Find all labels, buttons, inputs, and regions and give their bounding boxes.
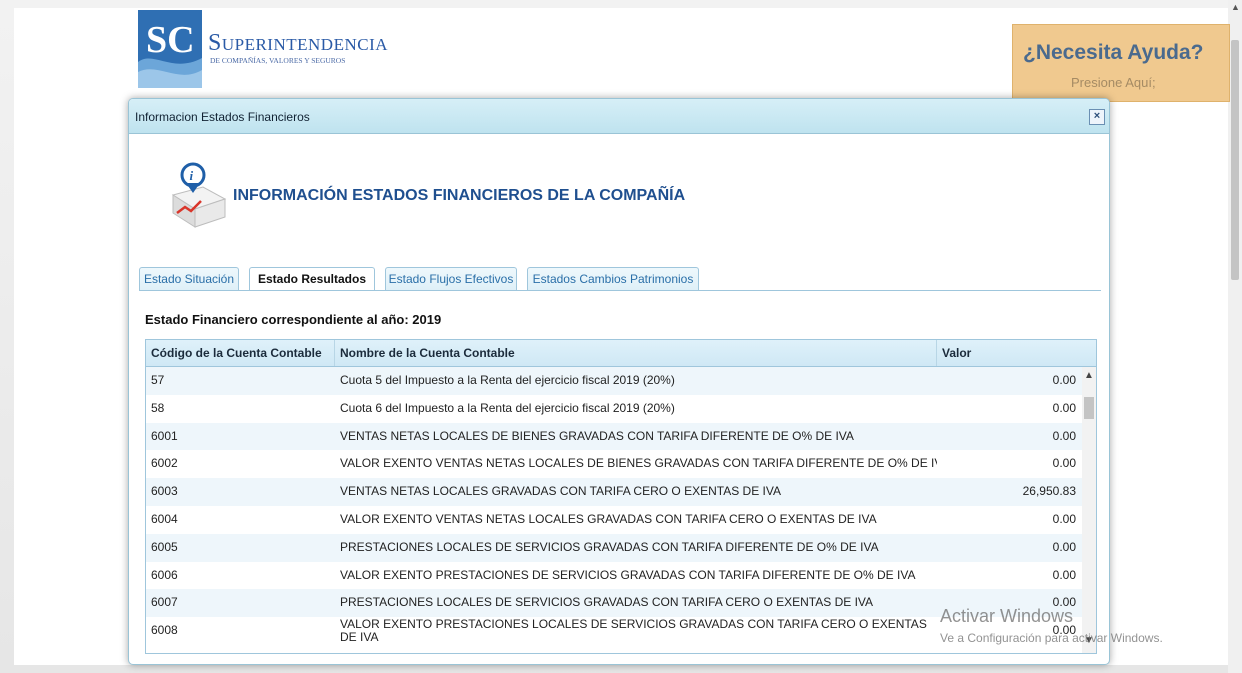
- table-body: 57 Cuota 5 del Impuesto a la Renta del e…: [146, 367, 1082, 645]
- chevron-up-icon[interactable]: ▲: [1084, 370, 1094, 381]
- dialog-heading: INFORMACIÓN ESTADOS FINANCIEROS DE LA CO…: [233, 187, 686, 204]
- company-logo: SC Superintendencia DE COMPAÑÍAS, VALORE…: [138, 10, 398, 90]
- account-code: 6008: [151, 623, 178, 638]
- account-value: 0.00: [1052, 511, 1076, 526]
- account-code: 57: [151, 373, 165, 387]
- page-scroll-thumb[interactable]: [1231, 40, 1239, 280]
- account-name: PRESTACIONES LOCALES DE SERVICIOS GRAVAD…: [340, 595, 874, 610]
- watermark-title: Activar Windows: [940, 606, 1074, 626]
- account-value: 0.00: [1052, 428, 1076, 443]
- column-header-value[interactable]: Valor: [937, 340, 1096, 366]
- logo-mark-icon: SC: [138, 10, 202, 88]
- account-name: VALOR EXENTO VENTAS NETAS LOCALES GRAVAD…: [340, 511, 877, 526]
- account-code: 6007: [151, 595, 178, 610]
- dialog-title: Informacion Estados Financieros: [135, 110, 310, 124]
- table-row[interactable]: 57 Cuota 5 del Impuesto a la Renta del e…: [146, 367, 1082, 395]
- account-code: 6005: [151, 539, 178, 554]
- table-row[interactable]: 6006 VALOR EXENTO PRESTACIONES DE SERVIC…: [146, 562, 1082, 590]
- account-name: Cuota 5 del Impuesto a la Renta del ejer…: [340, 373, 675, 387]
- account-value: 0.00: [1052, 539, 1076, 554]
- account-value: 0.00: [1052, 400, 1076, 415]
- year-label: Estado Financiero correspondiente al año…: [145, 312, 442, 327]
- account-name: Cuota 6 del Impuesto a la Renta del ejer…: [340, 400, 675, 415]
- tab-panel-divider: [139, 290, 1101, 291]
- account-name: VENTAS NETAS LOCALES DE BIENES GRAVADAS …: [340, 428, 854, 443]
- financial-info-dialog: Informacion Estados Financieros × i INFO…: [128, 98, 1110, 665]
- account-value: 0.00: [1052, 567, 1076, 582]
- close-button[interactable]: ×: [1089, 109, 1105, 125]
- help-subtitle: Presione Aquí;: [1071, 75, 1156, 90]
- column-header-code[interactable]: Código de la Cuenta Contable: [146, 340, 335, 366]
- financial-info-icon: i: [171, 162, 227, 228]
- help-button[interactable]: ¿Necesita Ayuda? Presione Aquí;: [1012, 24, 1230, 102]
- page-scrollbar[interactable]: ▲: [1228, 0, 1242, 673]
- table-row[interactable]: 6001 VENTAS NETAS LOCALES DE BIENES GRAV…: [146, 422, 1082, 451]
- watermark-subtitle: Ve a Configuración para activar Windows.: [940, 631, 1163, 645]
- tab-estados-cambios-patrimonios[interactable]: Estados Cambios Patrimonios: [527, 267, 699, 290]
- logo-subtitle: DE COMPAÑÍAS, VALORES Y SEGUROS: [210, 56, 346, 65]
- column-header-name[interactable]: Nombre de la Cuenta Contable: [335, 340, 937, 366]
- table-row[interactable]: 6004 VALOR EXENTO VENTAS NETAS LOCALES G…: [146, 506, 1082, 534]
- account-code: 6004: [151, 511, 178, 526]
- account-name: VALOR EXENTO PRESTACIONES LOCALES DE SER…: [340, 617, 927, 645]
- account-value: 0.00: [1052, 373, 1076, 387]
- account-name: PRESTACIONES LOCALES DE SERVICIOS GRAVAD…: [340, 539, 879, 554]
- table-row[interactable]: 6003 VENTAS NETAS LOCALES GRAVADAS CON T…: [146, 478, 1082, 506]
- account-value: 26,950.83: [1022, 484, 1076, 499]
- table-row[interactable]: 6002 VALOR EXENTO VENTAS NETAS LOCALES D…: [146, 450, 1082, 478]
- account-name: VALOR EXENTO PRESTACIONES DE SERVICIOS G…: [340, 567, 916, 582]
- logo-name: Superintendencia: [208, 30, 389, 56]
- account-name: VALOR EXENTO VENTAS NETAS LOCALES DE BIE…: [340, 456, 937, 471]
- scroll-up-icon[interactable]: ▲: [1231, 2, 1240, 12]
- account-code: 58: [151, 400, 165, 415]
- account-value: 0.00: [1052, 456, 1076, 471]
- table-row[interactable]: 58 Cuota 6 del Impuesto a la Renta del e…: [146, 395, 1082, 423]
- account-code: 6003: [151, 484, 178, 499]
- svg-text:i: i: [190, 168, 194, 183]
- logo-letters: SC: [146, 19, 195, 61]
- windows-activation-watermark: Activar Windows Ve a Configuración para …: [940, 606, 1163, 645]
- help-title: ¿Necesita Ayuda?: [1023, 41, 1204, 64]
- account-code: 6002: [151, 456, 178, 471]
- table-header: Código de la Cuenta Contable Nombre de l…: [146, 340, 1096, 367]
- table-row[interactable]: 6005 PRESTACIONES LOCALES DE SERVICIOS G…: [146, 533, 1082, 562]
- account-code: 6001: [151, 428, 178, 443]
- table-scroll-thumb[interactable]: [1084, 397, 1094, 419]
- dialog-header[interactable]: Informacion Estados Financieros ×: [129, 99, 1109, 134]
- account-code: 6006: [151, 567, 178, 582]
- tab-estado-situacion[interactable]: Estado Situación: [139, 267, 239, 290]
- tab-estado-flujos-efectivos[interactable]: Estado Flujos Efectivos: [385, 267, 517, 290]
- account-name: VENTAS NETAS LOCALES GRAVADAS CON TARIFA…: [340, 484, 781, 499]
- tab-estado-resultados[interactable]: Estado Resultados: [249, 267, 375, 291]
